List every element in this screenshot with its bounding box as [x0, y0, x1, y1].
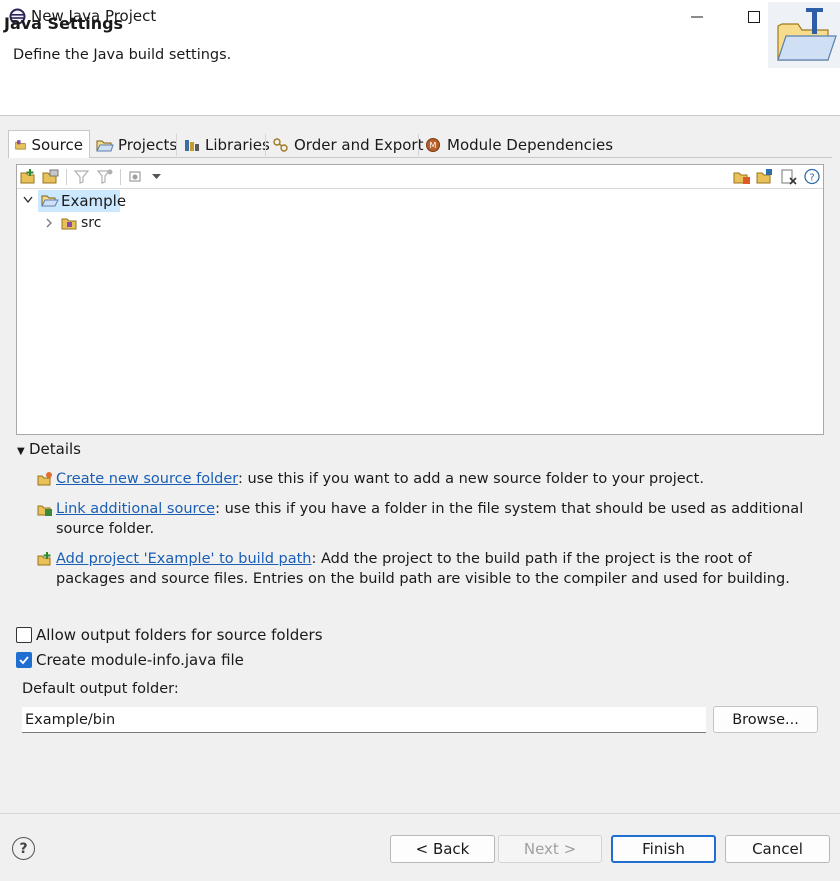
- link-additional-source-link[interactable]: Link additional source: [56, 501, 215, 517]
- allow-output-folders-label[interactable]: Allow output folders for source folders: [36, 626, 323, 644]
- tab-order-and-export[interactable]: Order and Export: [266, 132, 430, 157]
- tab-order-label: Order and Export: [294, 135, 424, 154]
- projects-icon: [96, 140, 114, 151]
- details-entry: Create new source folder: use this if yo…: [56, 469, 820, 489]
- next-button[interactable]: Next >: [498, 835, 602, 863]
- help-icon: ?: [19, 840, 28, 857]
- new-folder-icon[interactable]: [756, 168, 774, 185]
- add-folder-icon[interactable]: [733, 168, 751, 185]
- chevron-right-icon[interactable]: [44, 216, 54, 230]
- tab-source[interactable]: Source: [8, 130, 90, 158]
- browse-button[interactable]: Browse...: [713, 706, 818, 733]
- minimize-button[interactable]: [668, 0, 726, 33]
- tree-item-label: src: [81, 215, 102, 231]
- tree-item-label: Example: [61, 192, 127, 210]
- add-source-folder-icon[interactable]: [20, 168, 38, 185]
- output-folder-label: Default output folder:: [22, 681, 179, 697]
- create-module-info-checkbox[interactable]: [16, 652, 32, 668]
- chevron-down-icon[interactable]: [22, 192, 34, 208]
- details-heading: Details: [29, 440, 82, 458]
- add-to-build-path-link[interactable]: Add project 'Example' to build path: [56, 551, 312, 567]
- help-button[interactable]: ?: [12, 837, 35, 860]
- output-folder-field[interactable]: [22, 707, 706, 733]
- divider: [0, 813, 840, 814]
- create-source-folder-link[interactable]: Create new source folder: [56, 471, 238, 487]
- link-source-icon[interactable]: [42, 168, 60, 185]
- chevron-down-icon[interactable]: [151, 172, 162, 181]
- tab-projects-label: Projects: [118, 135, 178, 154]
- wizard-banner: [0, 33, 840, 116]
- remove-icon[interactable]: [780, 168, 798, 185]
- page-description: Define the Java build settings.: [13, 47, 232, 63]
- toolbar-separator: [120, 169, 121, 185]
- configure-icon[interactable]: [127, 168, 145, 185]
- details-toggle[interactable]: ▼ Details: [17, 440, 81, 458]
- new-source-folder-icon: [37, 472, 52, 486]
- libraries-icon: [185, 139, 199, 151]
- details-entry-text: : use this if you want to add a new sour…: [237, 471, 704, 487]
- tab-libraries-label: Libraries: [205, 135, 270, 154]
- module-icon: M: [426, 137, 440, 152]
- project-folder-icon: [41, 195, 59, 207]
- tab-source-label: Source: [31, 135, 83, 154]
- checkmark-icon: [19, 656, 29, 665]
- help-icon[interactable]: ?: [803, 168, 821, 185]
- tab-modules-label: Module Dependencies: [447, 135, 614, 154]
- add-to-build-path-icon: [37, 552, 51, 566]
- tab-libraries[interactable]: Libraries: [177, 132, 276, 157]
- details-entry: Add project 'Example' to build path: Add…: [56, 549, 820, 589]
- new-project-wizard-icon: [768, 2, 840, 68]
- link-source-icon: [37, 505, 52, 516]
- maximize-icon: [748, 10, 760, 23]
- details-entry: Link additional source: use this if you …: [56, 499, 820, 539]
- filter-settings-icon[interactable]: [96, 168, 114, 185]
- svg-text:M: M: [430, 141, 437, 150]
- filter-icon[interactable]: [73, 168, 91, 185]
- page-title: Java Settings: [4, 14, 124, 33]
- cancel-button[interactable]: Cancel: [725, 835, 830, 863]
- tab-module-dependencies[interactable]: M Module Dependencies: [419, 132, 619, 157]
- source-tree[interactable]: [16, 164, 824, 435]
- triangle-down-icon: ▼: [17, 446, 25, 457]
- source-folder-icon: [61, 218, 77, 230]
- allow-output-folders-checkbox[interactable]: [16, 627, 32, 643]
- tab-projects[interactable]: Projects: [90, 132, 183, 157]
- minimize-icon: [691, 16, 703, 17]
- svg-text:?: ?: [809, 173, 814, 184]
- source-folder-icon: [15, 139, 26, 150]
- create-module-info-label[interactable]: Create module-info.java file: [36, 651, 244, 669]
- finish-button[interactable]: Finish: [611, 835, 716, 863]
- toolbar-separator: [66, 169, 67, 185]
- order-icon: [273, 137, 288, 152]
- back-button[interactable]: < Back: [390, 835, 495, 863]
